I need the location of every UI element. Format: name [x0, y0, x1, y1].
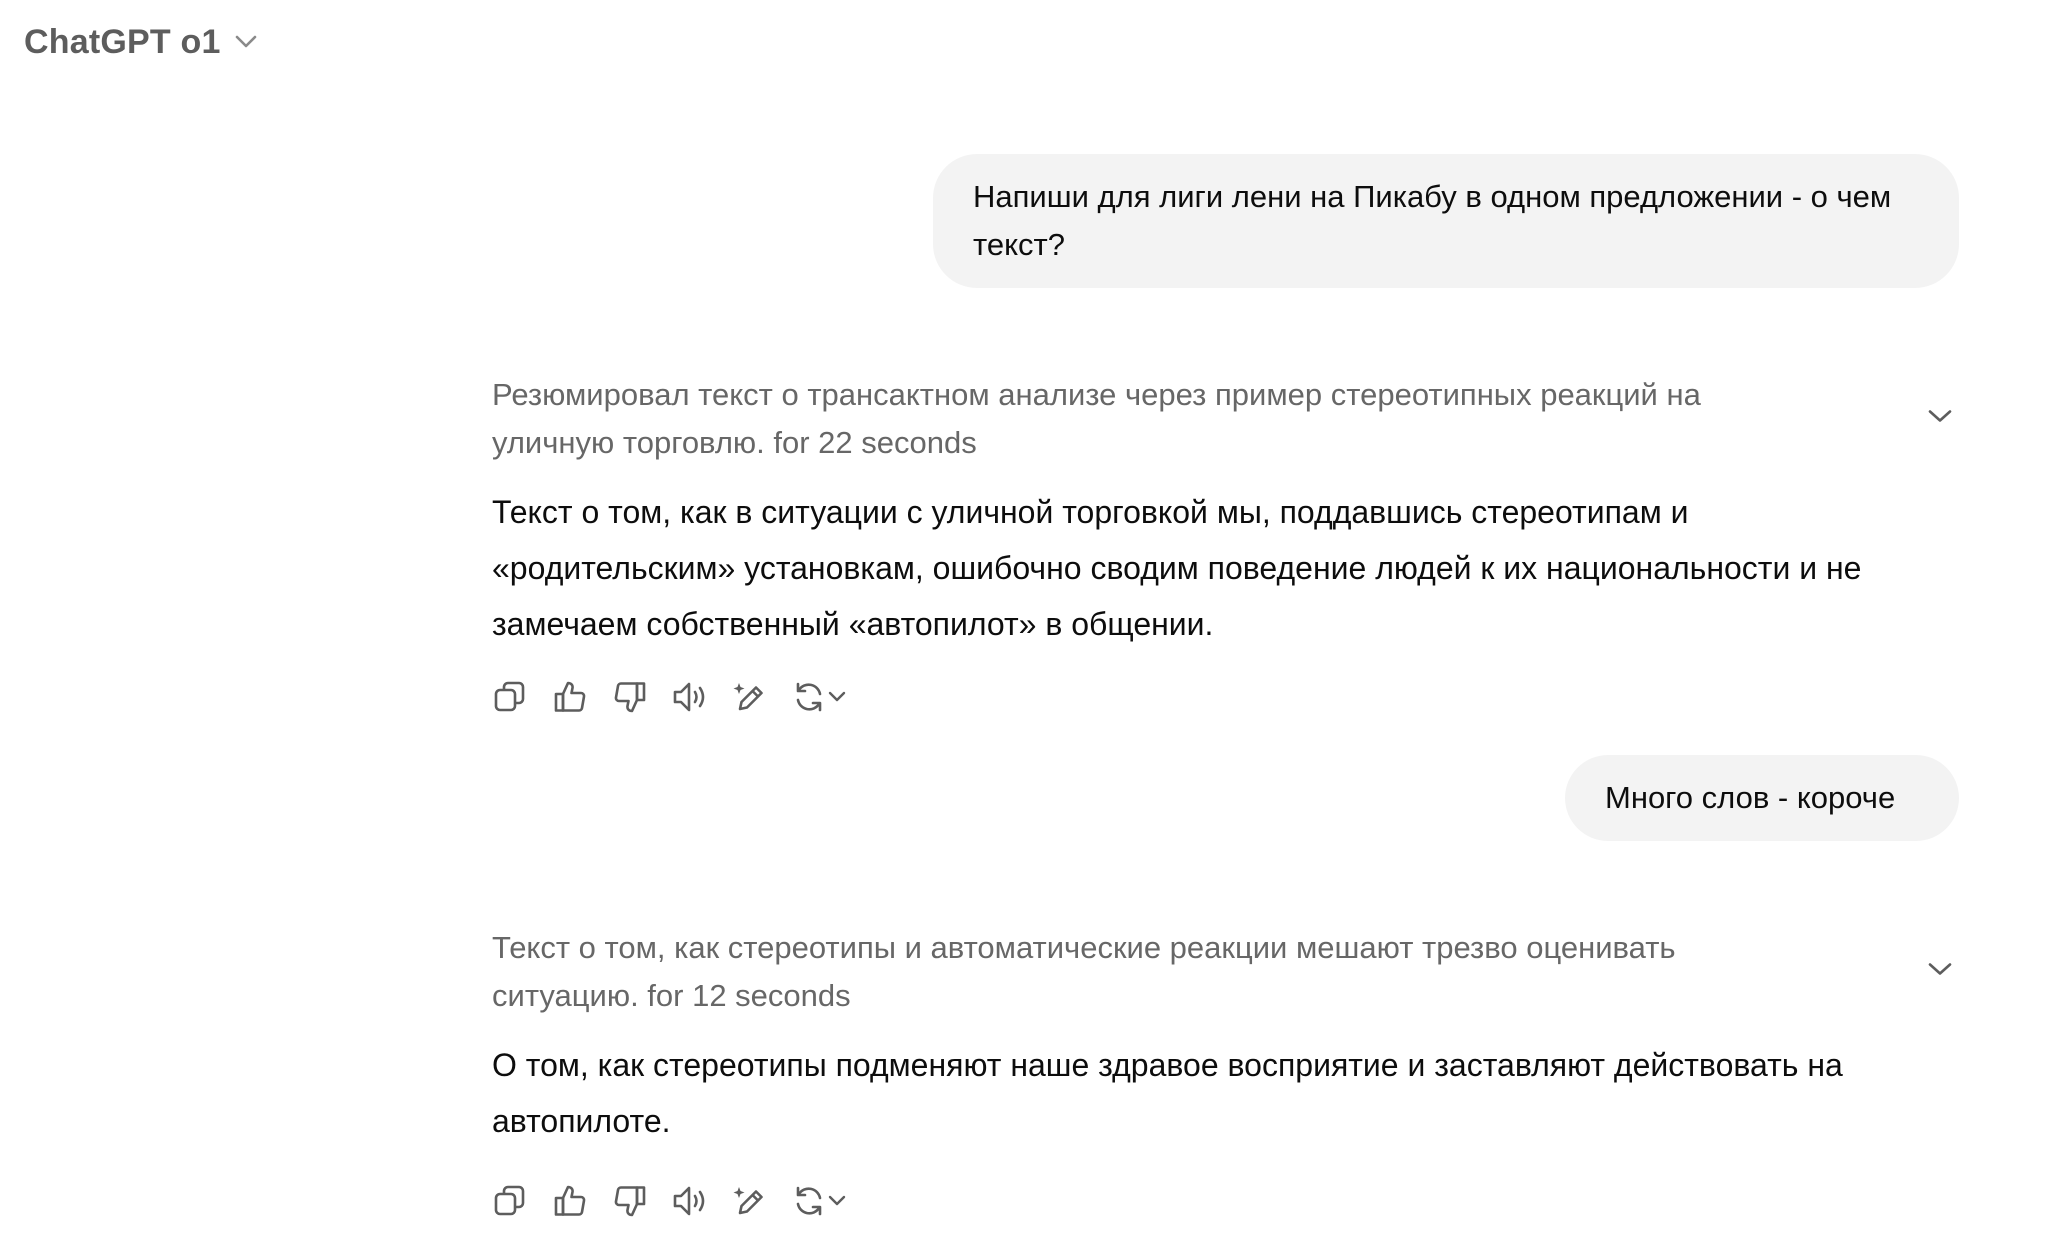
user-message: Много слов - короче: [1565, 755, 1959, 841]
read-aloud-button[interactable]: [672, 675, 732, 719]
model-name: ChatGPT o1: [24, 22, 221, 61]
read-aloud-icon: [673, 682, 705, 712]
regenerate-icon: [796, 682, 822, 712]
reasoning-summary-toggle[interactable]: Текст о том, как стереотипы и автоматиче…: [492, 924, 1962, 1020]
edit-sparkle-icon: [733, 683, 763, 711]
bad-response-button[interactable]: [612, 675, 672, 719]
regenerate-icon: [796, 1186, 822, 1216]
chevron-down-icon: [235, 35, 257, 49]
model-selector[interactable]: ChatGPT o1: [20, 14, 261, 70]
good-response-button[interactable]: [552, 1179, 612, 1223]
copy-button[interactable]: [492, 1179, 552, 1223]
message-actions: [492, 675, 862, 719]
chevron-down-icon: [1928, 410, 1952, 429]
thumbs-down-icon: [614, 682, 646, 713]
reasoning-summary-text: Резюмировал текст о трансактном анализе …: [492, 377, 1701, 460]
edit-sparkle-icon: [733, 1187, 763, 1215]
copy-button[interactable]: [492, 675, 552, 719]
thumbs-up-icon: [554, 681, 586, 712]
assistant-message-text: О том, как стереотипы подменяют наше здр…: [492, 1047, 1843, 1139]
regenerate-button[interactable]: [792, 1179, 862, 1223]
thumbs-down-icon: [614, 1186, 646, 1217]
thumbs-up-icon: [554, 1185, 586, 1216]
read-aloud-button[interactable]: [672, 1179, 732, 1223]
chevron-down-icon: [828, 691, 846, 702]
user-message-text: Напиши для лиги лени на Пикабу в одном п…: [973, 179, 1892, 262]
assistant-message-text: Текст о том, как в ситуации с уличной то…: [492, 494, 1862, 642]
bad-response-button[interactable]: [612, 1179, 672, 1223]
chevron-down-icon: [1928, 963, 1952, 982]
reasoning-summary-text: Текст о том, как стереотипы и автоматиче…: [492, 930, 1676, 1013]
chevron-down-icon: [828, 1195, 846, 1206]
read-aloud-icon: [673, 1186, 705, 1216]
copy-icon: [494, 681, 525, 712]
edit-in-canvas-button[interactable]: [732, 675, 792, 719]
reasoning-summary-toggle[interactable]: Резюмировал текст о трансактном анализе …: [492, 371, 1962, 467]
good-response-button[interactable]: [552, 675, 612, 719]
chat-page: ChatGPT o1 Напиши для лиги лени на Пикаб…: [0, 0, 2048, 1237]
edit-in-canvas-button[interactable]: [732, 1179, 792, 1223]
user-message: Напиши для лиги лени на Пикабу в одном п…: [933, 154, 1959, 288]
user-message-text: Много слов - короче: [1605, 780, 1896, 815]
regenerate-button[interactable]: [792, 675, 862, 719]
message-actions: [492, 1179, 862, 1223]
copy-icon: [494, 1185, 525, 1216]
